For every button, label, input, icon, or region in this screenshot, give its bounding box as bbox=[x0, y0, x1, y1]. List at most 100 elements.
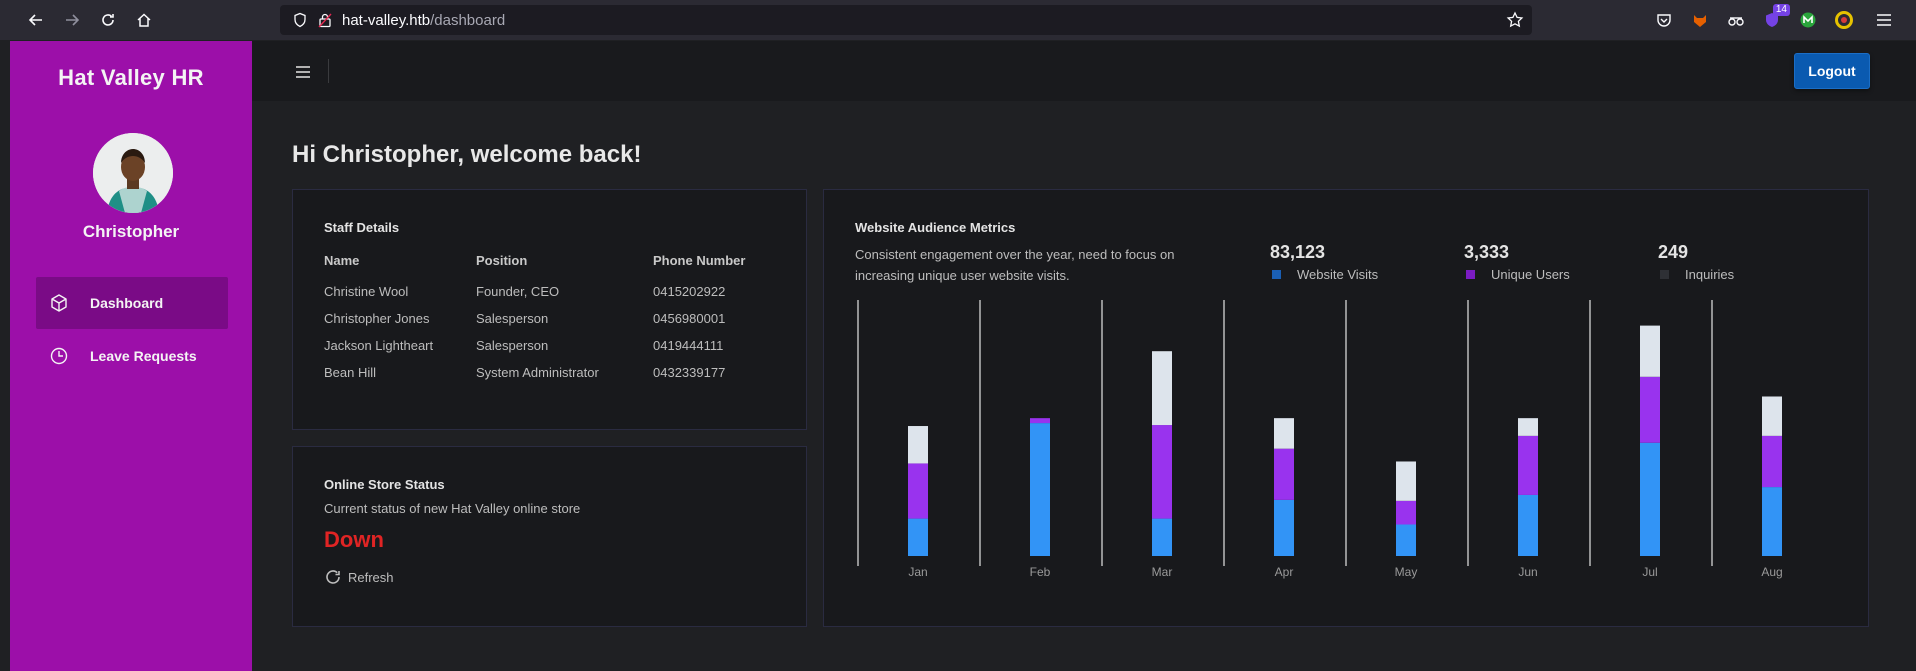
card-title: Staff Details bbox=[324, 220, 400, 235]
store-status: Down bbox=[324, 527, 384, 552]
staff-details-card: Staff Details Name Position Phone Number… bbox=[292, 189, 807, 430]
staff-table: Name Position Phone Number Christine Woo… bbox=[324, 253, 773, 386]
x-tick-label: Jan bbox=[908, 565, 927, 579]
legend-swatch-unique bbox=[1466, 270, 1475, 279]
cell-position: System Administrator bbox=[476, 365, 599, 380]
cell-name: Bean Hill bbox=[324, 365, 377, 380]
table-row: Bean Hill System Administrator 043233917… bbox=[324, 359, 773, 386]
x-tick-label: Mar bbox=[1152, 565, 1173, 579]
legend-swatch-inquiries bbox=[1660, 270, 1669, 279]
arrow-right-icon bbox=[66, 14, 80, 26]
stat-label: Inquiries bbox=[1685, 267, 1735, 282]
stat-value: 3,333 bbox=[1464, 242, 1510, 262]
cell-phone: 0432339177 bbox=[653, 365, 726, 380]
bar-may-series-0 bbox=[1396, 524, 1416, 556]
audience-metrics-card: Website Audience Metrics Consistent enga… bbox=[823, 189, 1869, 627]
extensions-area: 14 bbox=[1652, 0, 1856, 40]
sidebar: Hat Valley HR Christopher Dashboard Leav… bbox=[10, 41, 252, 671]
color-wheel-icon[interactable] bbox=[1832, 8, 1856, 32]
hamburger-icon bbox=[1877, 14, 1891, 26]
reload-button[interactable] bbox=[90, 0, 126, 40]
table-header-row: Name Position Phone Number bbox=[324, 253, 773, 278]
header-divider bbox=[328, 59, 329, 83]
table-row: Christopher Jones Salesperson 0456980001 bbox=[324, 305, 773, 332]
sidebar-toggle-icon[interactable] bbox=[292, 61, 314, 83]
bar-jan-series-1 bbox=[908, 463, 928, 519]
cube-icon bbox=[48, 292, 70, 314]
bar-apr-series-0 bbox=[1274, 499, 1294, 556]
bar-mar-series-0 bbox=[1152, 518, 1172, 556]
sidebar-item-dashboard[interactable]: Dashboard bbox=[36, 277, 228, 329]
bar-jan-series-0 bbox=[908, 518, 928, 556]
url-host: hat-valley.htb bbox=[342, 11, 431, 29]
url-path: /dashboard bbox=[430, 11, 506, 29]
audience-bar-chart: Jan Feb Mar Apr May Jun Jul Aug bbox=[857, 300, 1783, 579]
browser-menu-button[interactable] bbox=[1872, 8, 1896, 32]
user-photo bbox=[93, 133, 173, 213]
bar-jun-series-1 bbox=[1518, 435, 1538, 495]
refresh-button[interactable]: Refresh bbox=[324, 568, 394, 586]
column-header-position: Position bbox=[476, 253, 528, 268]
forward-button[interactable] bbox=[54, 0, 90, 40]
stat-website-visits: 83,123 Website Visits bbox=[1270, 242, 1378, 282]
cell-name: Christine Wool bbox=[324, 284, 409, 299]
bar-may-series-2 bbox=[1396, 461, 1416, 501]
bar-aug-series-0 bbox=[1762, 487, 1782, 556]
bar-aug-series-2 bbox=[1762, 396, 1782, 436]
avatar bbox=[93, 133, 173, 213]
cell-position: Salesperson bbox=[476, 338, 549, 353]
pocket-icon[interactable] bbox=[1652, 8, 1676, 32]
x-tick-label: Jun bbox=[1518, 565, 1537, 579]
logout-button[interactable]: Logout bbox=[1794, 53, 1870, 89]
card-title: Online Store Status bbox=[324, 477, 445, 492]
cell-name: Christopher Jones bbox=[324, 311, 430, 326]
user-name: Christopher bbox=[82, 222, 180, 241]
extension-badge: 14 bbox=[1772, 4, 1790, 16]
home-button[interactable] bbox=[126, 0, 162, 40]
bar-mar-series-2 bbox=[1152, 351, 1172, 426]
bar-jul-series-2 bbox=[1640, 325, 1660, 377]
stat-label-row: Unique Users bbox=[1464, 267, 1570, 282]
top-header: Logout bbox=[252, 41, 1916, 101]
card-title: Website Audience Metrics bbox=[855, 220, 1016, 235]
bar-jun-series-2 bbox=[1518, 418, 1538, 436]
spy-glasses-icon[interactable] bbox=[1724, 8, 1748, 32]
clock-icon bbox=[48, 345, 70, 367]
fox-extension-icon[interactable] bbox=[1688, 8, 1712, 32]
column-header-phone: Phone Number bbox=[653, 253, 746, 268]
cell-phone: 0456980001 bbox=[653, 311, 726, 326]
sidebar-item-label: Dashboard bbox=[90, 295, 164, 311]
stat-unique-users: 3,333 Unique Users bbox=[1464, 242, 1570, 282]
bar-feb-series-1 bbox=[1030, 418, 1050, 424]
url-bar[interactable]: hat-valley.htb/dashboard bbox=[280, 5, 1532, 35]
refresh-label: Refresh bbox=[348, 569, 394, 585]
bar-feb-series-0 bbox=[1030, 423, 1050, 556]
sidebar-item-leave-requests[interactable]: Leave Requests bbox=[36, 330, 228, 382]
page-title: Hi Christopher, welcome back! bbox=[292, 141, 642, 168]
bar-may-series-1 bbox=[1396, 500, 1416, 525]
metrics-description: Consistent engagement over the year, nee… bbox=[855, 247, 1175, 283]
m-extension-icon[interactable] bbox=[1796, 8, 1820, 32]
legend-swatch-visits bbox=[1272, 270, 1281, 279]
brand-title: Hat Valley HR bbox=[58, 65, 204, 90]
bookmark-star-icon[interactable] bbox=[1506, 11, 1524, 33]
table-row: Jackson Lightheart Salesperson 041944411… bbox=[324, 332, 773, 359]
bar-jun-series-0 bbox=[1518, 494, 1538, 556]
bar-mar-series-1 bbox=[1152, 425, 1172, 519]
home-icon bbox=[137, 13, 151, 27]
table-row: Christine Wool Founder, CEO 0415202922 bbox=[324, 278, 773, 305]
bar-jul-series-1 bbox=[1640, 376, 1660, 443]
ublock-extension-icon[interactable]: 14 bbox=[1760, 4, 1790, 32]
bar-apr-series-1 bbox=[1274, 448, 1294, 500]
column-header-name: Name bbox=[324, 253, 360, 268]
x-tick-label: Jul bbox=[1642, 565, 1657, 579]
bar-apr-series-2 bbox=[1274, 418, 1294, 449]
browser-toolbar: hat-valley.htb/dashboard 14 bbox=[0, 0, 1916, 40]
bar-aug-series-1 bbox=[1762, 435, 1782, 488]
x-tick-label: Feb bbox=[1030, 565, 1051, 579]
back-button[interactable] bbox=[18, 0, 54, 40]
cell-position: Salesperson bbox=[476, 311, 549, 326]
sidebar-item-label: Leave Requests bbox=[90, 348, 197, 364]
stat-label-row: Inquiries bbox=[1658, 267, 1734, 282]
stat-label-row: Website Visits bbox=[1270, 267, 1378, 282]
